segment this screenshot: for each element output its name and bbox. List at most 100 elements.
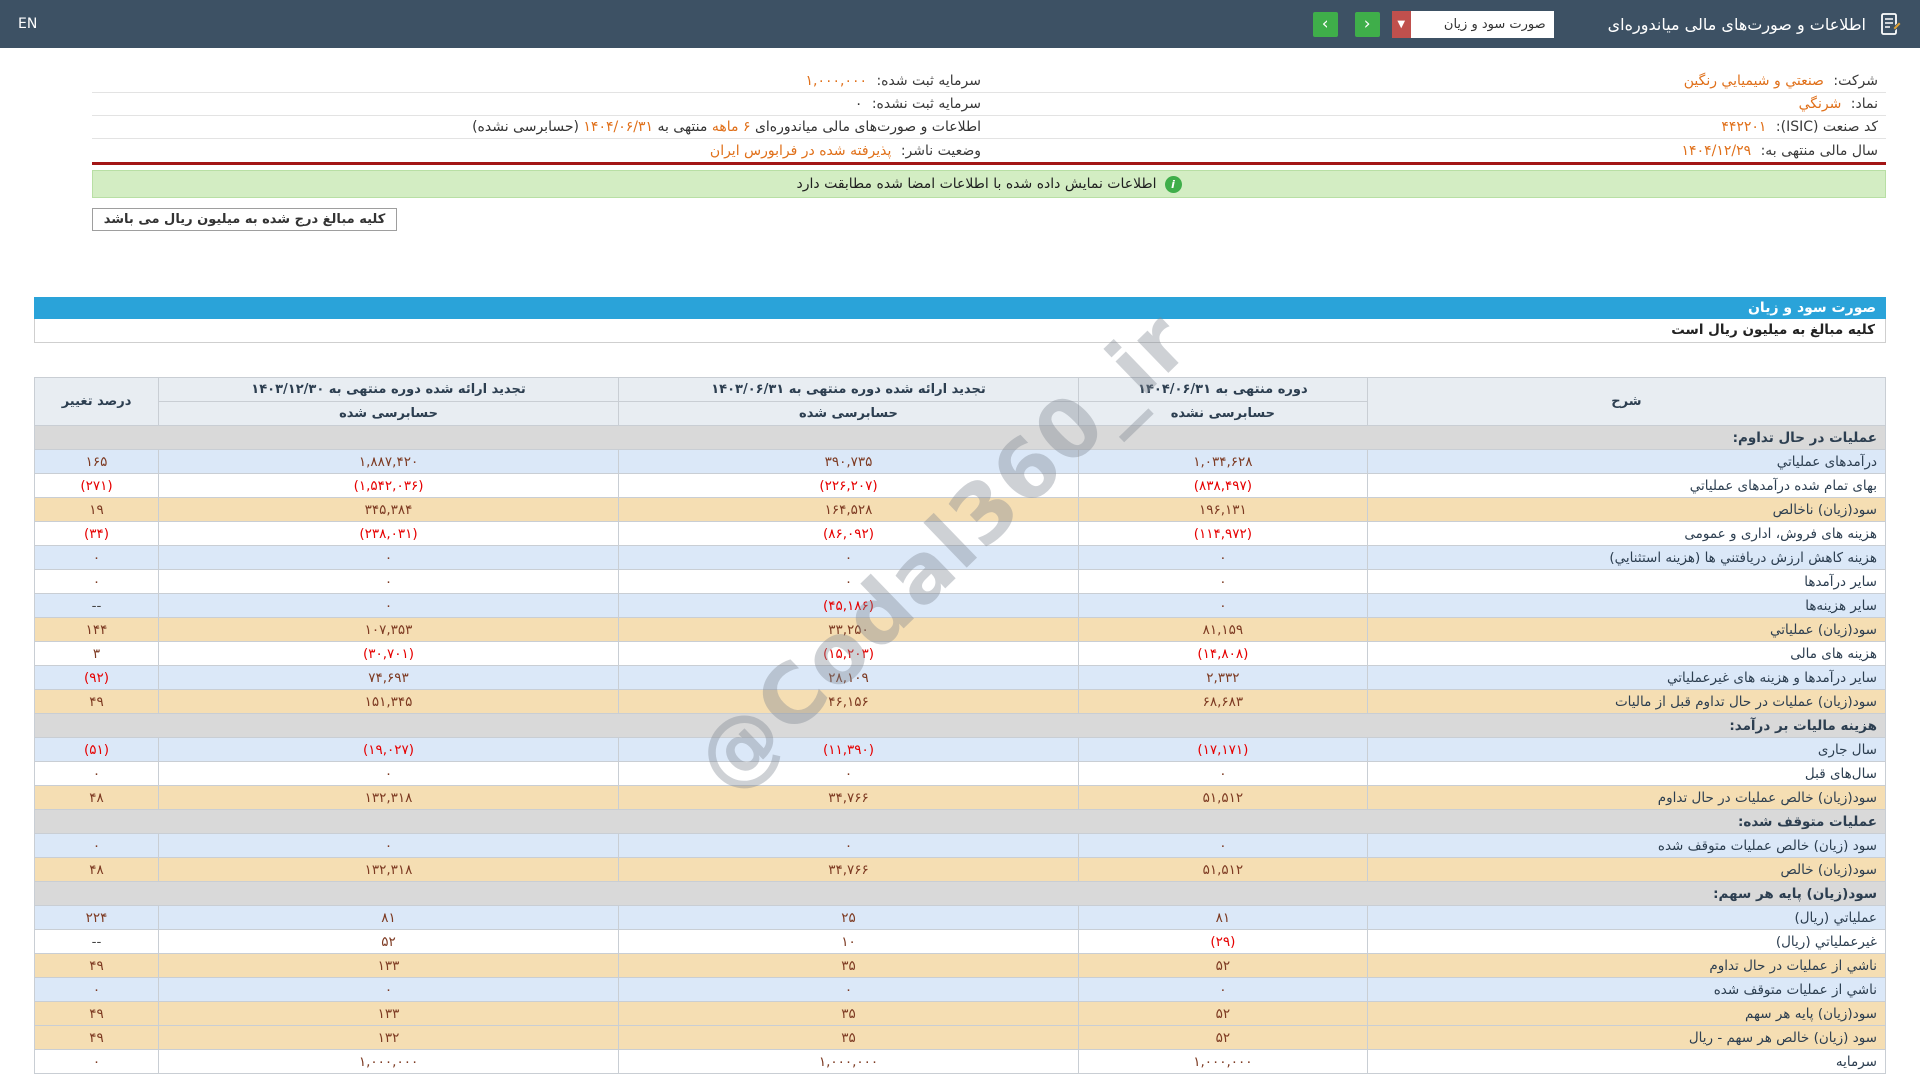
table-row: عملیاتي (ریال) ۸۱ ۲۵ ۸۱ ۲۲۴ [35,906,1886,930]
row-value-current: ۸۱ [1078,906,1367,930]
company-info-table: شرکت: صنعتي و شیمیایي رنگین سرمایه ثبت ش… [92,70,1886,165]
company-cell: شرکت: صنعتي و شیمیایي رنگین [989,71,1886,91]
row-value-current: ۸۱,۱۵۹ [1078,618,1367,642]
row-value-prior-year: ۱۳۳ [159,1002,619,1026]
row-value-prior-year: ۰ [159,762,619,786]
table-row: سایر درآمدها و هزینه های غیرعملیاتي ۲,۳۳… [35,666,1886,690]
table-row: سرمایه ۱,۰۰۰,۰۰۰ ۱,۰۰۰,۰۰۰ ۱,۰۰۰,۰۰۰ ۰ [35,1050,1886,1074]
registered-capital-label: سرمایه ثبت شده: [876,73,981,89]
prev-statement-button[interactable]: › [1313,12,1338,37]
row-value-change: (۲۷۱) [35,474,159,498]
row-value-current: ۰ [1078,834,1367,858]
row-value-prior-mid: ۳۵ [619,1002,1079,1026]
symbol-value: شرنگي [1799,96,1842,112]
fiscal-year-label: سال مالی منتهی به: [1761,143,1878,159]
row-label: سایر درآمدها [1367,570,1885,594]
table-row: ناشي از عملیات در حال تداوم ۵۲ ۳۵ ۱۳۳ ۴۹ [35,954,1886,978]
period-text-2: منتهی به [657,119,707,135]
row-label: سال جاری [1367,738,1885,762]
row-value-current: ۶۸,۶۸۳ [1078,690,1367,714]
row-value-prior-year: ۳۴۵,۳۸۴ [159,498,619,522]
table-row: سود(زیان) خالص ۵۱,۵۱۲ ۳۴,۷۶۶ ۱۳۲,۳۱۸ ۴۸ [35,858,1886,882]
section-row: عملیات متوقف شده: [35,810,1886,834]
row-value-prior-mid: ۳۴,۷۶۶ [619,858,1079,882]
report-document-icon [1878,12,1902,36]
page-title: اطلاعات و صورت‌های مالی میاندوره‌ای [1608,15,1866,34]
section-label: هزینه مالیات بر درآمد: [35,714,1886,738]
row-value-change: ۰ [35,570,159,594]
table-row: سود(زیان) ناخالص ۱۹۶,۱۳۱ ۱۶۴,۵۲۸ ۳۴۵,۳۸۴… [35,498,1886,522]
table-header: شرح دوره منتهی به ۱۴۰۴/۰۶/۳۱ تجدید ارائه… [35,378,1886,426]
row-value-current: ۰ [1078,546,1367,570]
row-value-change: ۱۹ [35,498,159,522]
statement-title-bar: صورت سود و زیان [34,297,1886,319]
statement-select-value: صورت سود و زیان [1411,17,1554,32]
row-value-prior-mid: ۰ [619,834,1079,858]
row-value-prior-mid: ۰ [619,762,1079,786]
period-months: ۶ ماهه [712,119,751,135]
row-value-prior-year: ۷۴,۶۹۳ [159,666,619,690]
row-value-current: ۲,۳۳۲ [1078,666,1367,690]
row-label: هزینه کاهش ارزش دریافتني ها (هزینه استثن… [1367,546,1885,570]
row-value-prior-mid: ۰ [619,978,1079,1002]
row-label: سود(زیان) عملیاتي [1367,618,1885,642]
unregistered-capital-cell: سرمایه ثبت نشده: ۰ [92,94,989,114]
next-statement-button[interactable]: ‹ [1355,12,1380,37]
table-row: غیرعملیاتي (ریال) (۲۹) ۱۰ ۵۲ -- [35,930,1886,954]
symbol-cell: نماد: شرنگي [989,94,1886,114]
row-value-prior-year: ۱۰۷,۳۵۳ [159,618,619,642]
language-toggle-en[interactable]: EN [18,16,37,32]
statement-type-select[interactable]: صورت سود و زیان ▼ [1392,11,1554,38]
amounts-unit-note: کلیه مبالغ درج شده به میلیون ریال می باش… [92,208,397,231]
row-value-prior-year: ۰ [159,546,619,570]
row-value-prior-mid: (۴۵,۱۸۶) [619,594,1079,618]
row-value-prior-year: ۵۲ [159,930,619,954]
unregistered-capital-value: ۰ [855,96,863,112]
row-label: سایر درآمدها و هزینه های غیرعملیاتي [1367,666,1885,690]
row-value-current: ۰ [1078,594,1367,618]
row-value-change: (۵۱) [35,738,159,762]
row-value-prior-mid: ۱۰ [619,930,1079,954]
row-value-change: ۴۸ [35,858,159,882]
row-value-change: ۱۴۴ [35,618,159,642]
statement-body: عملیات در حال تداوم: درآمدهای عملیاتي ۱,… [35,426,1886,1074]
row-label: سایر هزینه‌ها [1367,594,1885,618]
row-label: سود(زیان) عملیات در حال تداوم قبل از مال… [1367,690,1885,714]
row-value-current: ۵۲ [1078,1002,1367,1026]
header-audit-status-1: حسابرسی نشده [1078,402,1367,426]
isic-label: کد صنعت (ISIC): [1776,119,1878,135]
period-text-3: (حسابرسی نشده) [472,119,579,135]
info-row-company: شرکت: صنعتي و شیمیایي رنگین سرمایه ثبت ش… [92,70,1886,93]
main-content: شرکت: صنعتي و شیمیایي رنگین سرمایه ثبت ش… [0,70,1920,1074]
signature-match-banner: i اطلاعات نمایش داده شده با اطلاعات امضا… [92,170,1886,198]
row-value-prior-mid: (۱۵,۲۰۳) [619,642,1079,666]
row-value-prior-year: ۰ [159,570,619,594]
table-row: سود(زیان) پایه هر سهم ۵۲ ۳۵ ۱۳۳ ۴۹ [35,1002,1886,1026]
row-value-prior-mid: ۳۹۰,۷۳۵ [619,450,1079,474]
row-label: هزینه های مالی [1367,642,1885,666]
registered-capital-cell: سرمایه ثبت شده: ۱,۰۰۰,۰۰۰ [92,71,989,91]
table-row: ناشي از عملیات متوقف شده ۰ ۰ ۰ ۰ [35,978,1886,1002]
section-row: هزینه مالیات بر درآمد: [35,714,1886,738]
info-circle-icon: i [1165,176,1182,193]
row-value-current: (۲۹) [1078,930,1367,954]
table-row: سود (زیان) خالص هر سهم - ریال ۵۲ ۳۵ ۱۳۲ … [35,1026,1886,1050]
period-text-1: اطلاعات و صورت‌های مالی میاندوره‌ای [755,119,981,135]
company-value: صنعتي و شیمیایي رنگین [1684,73,1824,89]
row-value-prior-year: (۳۰,۷۰۱) [159,642,619,666]
row-value-change: ۴۹ [35,690,159,714]
row-value-prior-year: ۰ [159,834,619,858]
row-label: عملیاتي (ریال) [1367,906,1885,930]
row-value-current: (۱۷,۱۷۱) [1078,738,1367,762]
table-row: سود(زیان) عملیات در حال تداوم قبل از مال… [35,690,1886,714]
table-row: هزینه های فروش، اداری و عمومی (۱۱۴,۹۷۲) … [35,522,1886,546]
row-label: غیرعملیاتي (ریال) [1367,930,1885,954]
row-label: سال‌های قبل [1367,762,1885,786]
row-value-change: ۴۹ [35,1026,159,1050]
section-label: عملیات در حال تداوم: [35,426,1886,450]
row-value-prior-mid: ۱,۰۰۰,۰۰۰ [619,1050,1079,1074]
row-label: هزینه های فروش، اداری و عمومی [1367,522,1885,546]
table-row: سایر هزینه‌ها ۰ (۴۵,۱۸۶) ۰ -- [35,594,1886,618]
section-row: سود(زیان) پایه هر سهم: [35,882,1886,906]
row-value-prior-year: ۱۳۳ [159,954,619,978]
